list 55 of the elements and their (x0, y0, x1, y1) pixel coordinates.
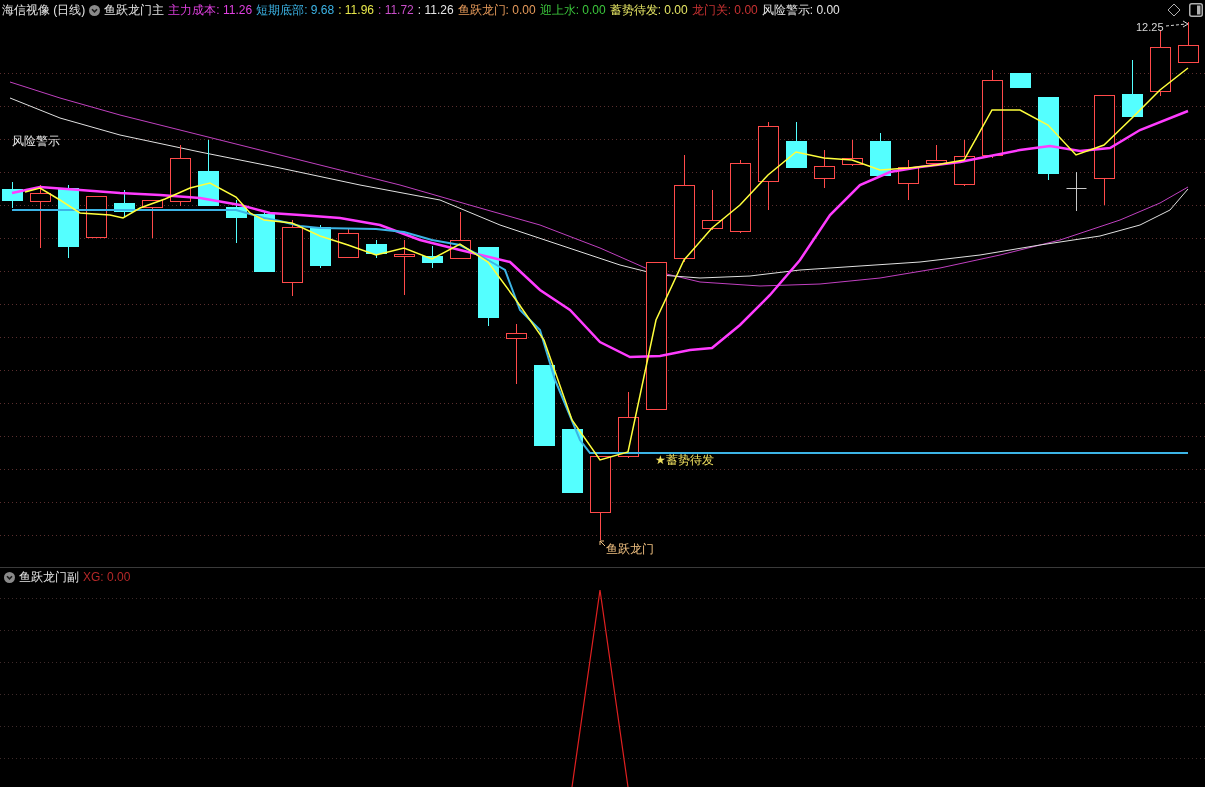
candlestick (30, 184, 51, 249)
indicator-value: 鱼跃龙门: 0.00 (457, 1, 536, 19)
indicator-value: 短期底部: 9.68 (256, 1, 335, 19)
candlestick (870, 132, 891, 177)
candlestick (506, 323, 527, 385)
candlestick (394, 239, 415, 296)
chart-annotation: 鱼跃龙门 (606, 542, 654, 556)
chart-annotation: 风险警示 (12, 134, 60, 148)
candlestick (1150, 29, 1171, 97)
indicator-name: 鱼跃龙门主 (104, 1, 165, 19)
candlestick (1122, 59, 1143, 117)
candlestick (954, 139, 975, 187)
candlestick (114, 189, 135, 218)
high-price-label: 12.25 (1136, 21, 1164, 33)
candlestick (86, 196, 107, 239)
candlestick (2, 181, 23, 209)
candlestick (814, 149, 835, 189)
chart-annotation: ★蓄势待发 (655, 453, 714, 467)
candlestick (366, 239, 387, 259)
candlestick (1178, 21, 1199, 63)
candlestick (898, 159, 919, 201)
candlestick (786, 121, 807, 168)
pointer-arrow-icon (599, 540, 606, 547)
indicator-value: : 11.26 (417, 3, 454, 17)
collapse-icon[interactable] (89, 4, 101, 16)
candlestick (1010, 73, 1031, 89)
dashed-arrow-icon (1165, 20, 1189, 28)
panel-toggle-icon[interactable] (1189, 3, 1203, 17)
indicator-value: 主力成本: 11.26 (168, 1, 253, 19)
indicator-value: 龙门关: 0.00 (691, 1, 758, 19)
candlestick (926, 144, 947, 166)
candlestick (170, 144, 191, 207)
diamond-icon[interactable] (1167, 3, 1181, 17)
candlestick (254, 211, 275, 272)
indicator-value: 蓄势待发: 0.00 (609, 1, 688, 19)
indicator-value: : 11.72 (378, 3, 414, 17)
indicator-value: XG: 0.00 (83, 570, 131, 584)
candlestick (310, 224, 331, 269)
candlestick (422, 245, 443, 269)
collapse-icon[interactable] (4, 571, 15, 583)
candlestick (226, 199, 247, 244)
candlestick (198, 139, 219, 206)
candlestick (702, 189, 723, 231)
indicator-value: : 11.96 (338, 3, 374, 17)
candlestick (842, 139, 863, 167)
candlestick (142, 200, 163, 239)
stock-title: 海信视像 (日线) (2, 1, 86, 19)
indicator-value: 风险警示: 0.00 (761, 1, 840, 19)
candlestick (618, 391, 639, 459)
doji-candlestick (1066, 171, 1087, 212)
candlestick (562, 429, 583, 493)
indicator-value: 迎上水: 0.00 (539, 1, 606, 19)
candlestick (450, 211, 471, 259)
candlestick (338, 227, 359, 258)
indicator-name: 鱼跃龙门副 (19, 568, 79, 586)
